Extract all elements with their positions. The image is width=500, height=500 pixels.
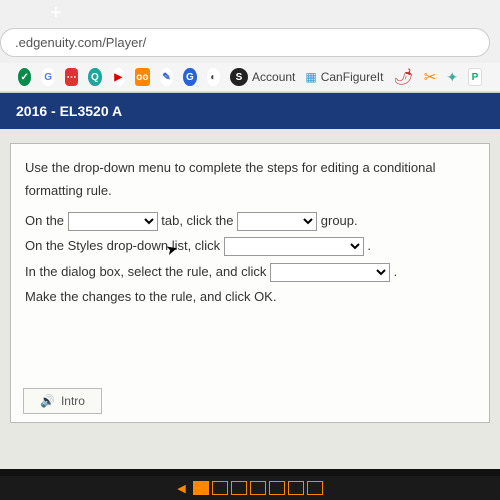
chili-icon[interactable]: 🌶 bbox=[393, 67, 413, 87]
bookmark-icon-6[interactable]: oo bbox=[135, 68, 150, 86]
instruction-text: Use the drop-down menu to complete the s… bbox=[25, 156, 475, 203]
nav-box-4[interactable] bbox=[250, 481, 266, 495]
line3-text-a: In the dialog box, select the rule, and … bbox=[25, 264, 270, 279]
nav-box-2[interactable] bbox=[212, 481, 228, 495]
lesson-card: Use the drop-down menu to complete the s… bbox=[10, 143, 490, 423]
canfigureit-icon: ▦ bbox=[305, 70, 316, 84]
line1-text-b: tab, click the bbox=[161, 213, 237, 228]
bookmark-canfigureit[interactable]: ▦ CanFigureIt bbox=[305, 70, 383, 84]
bookmark-account[interactable]: S Account bbox=[230, 68, 295, 86]
bookmark-icon-youtube[interactable]: ▶ bbox=[112, 68, 125, 86]
bookmark-icon-4[interactable]: Q bbox=[88, 68, 101, 86]
lesson-line-2: On the Styles drop-down list, click . bbox=[25, 234, 475, 257]
nav-box-1[interactable] bbox=[193, 481, 209, 495]
account-icon: S bbox=[230, 68, 248, 86]
content-area: Use the drop-down menu to complete the s… bbox=[0, 129, 500, 469]
nav-box-6[interactable] bbox=[288, 481, 304, 495]
line3-text-b: . bbox=[394, 264, 398, 279]
nav-box-3[interactable] bbox=[231, 481, 247, 495]
scissors-icon[interactable]: ✂ bbox=[424, 68, 437, 86]
bookmark-icon-8[interactable]: G bbox=[183, 68, 196, 86]
line2-text-a: On the Styles drop-down list, click bbox=[25, 238, 224, 253]
url-bar[interactable]: .edgenuity.com/Player/ bbox=[0, 28, 490, 57]
bookmark-icon-google[interactable]: G bbox=[41, 68, 54, 86]
browser-chrome: .edgenuity.com/Player/ ✓ G ⋯ Q ▶ oo ✎ G … bbox=[0, 0, 500, 93]
nav-box-5[interactable] bbox=[269, 481, 285, 495]
bookmark-icon-3[interactable]: ⋯ bbox=[65, 68, 78, 86]
nav-arrow-left[interactable]: ◀ bbox=[177, 482, 185, 495]
lesson-line-3: In the dialog box, select the rule, and … bbox=[25, 260, 475, 283]
bottom-nav-bar: ◀ bbox=[0, 476, 500, 500]
bookmark-p[interactable]: P bbox=[468, 68, 482, 86]
bookmark-icon-9[interactable]: ◐ bbox=[207, 68, 220, 86]
dropdown-styles[interactable] bbox=[224, 237, 364, 256]
bookmarks-bar: ✓ G ⋯ Q ▶ oo ✎ G ◐ S Account ▦ CanFigure… bbox=[0, 63, 500, 92]
canfigureit-label: CanFigureIt bbox=[321, 70, 384, 84]
line2-text-b: . bbox=[367, 238, 371, 253]
course-header: 2016 - EL3520 A bbox=[0, 93, 500, 129]
account-label: Account bbox=[252, 70, 295, 84]
phone-notch-plus: + bbox=[50, 2, 62, 25]
line1-text-a: On the bbox=[25, 213, 68, 228]
dropdown-tab[interactable] bbox=[68, 212, 158, 231]
lesson-line-1: On the tab, click the group. bbox=[25, 209, 475, 232]
puzzle-icon[interactable]: ✦ bbox=[446, 69, 458, 86]
nav-box-7[interactable] bbox=[307, 481, 323, 495]
lesson-line-4: Make the changes to the rule, and click … bbox=[25, 285, 475, 308]
intro-button-label: Intro bbox=[61, 394, 85, 408]
bookmark-icon-1[interactable]: ✓ bbox=[18, 68, 31, 86]
intro-button[interactable]: 🔊 Intro bbox=[23, 388, 102, 414]
dropdown-click[interactable] bbox=[270, 263, 390, 282]
speaker-icon: 🔊 bbox=[40, 394, 55, 408]
bookmark-icon-7[interactable]: ✎ bbox=[160, 68, 173, 86]
dropdown-group[interactable] bbox=[237, 212, 317, 231]
line1-text-c: group. bbox=[321, 213, 358, 228]
